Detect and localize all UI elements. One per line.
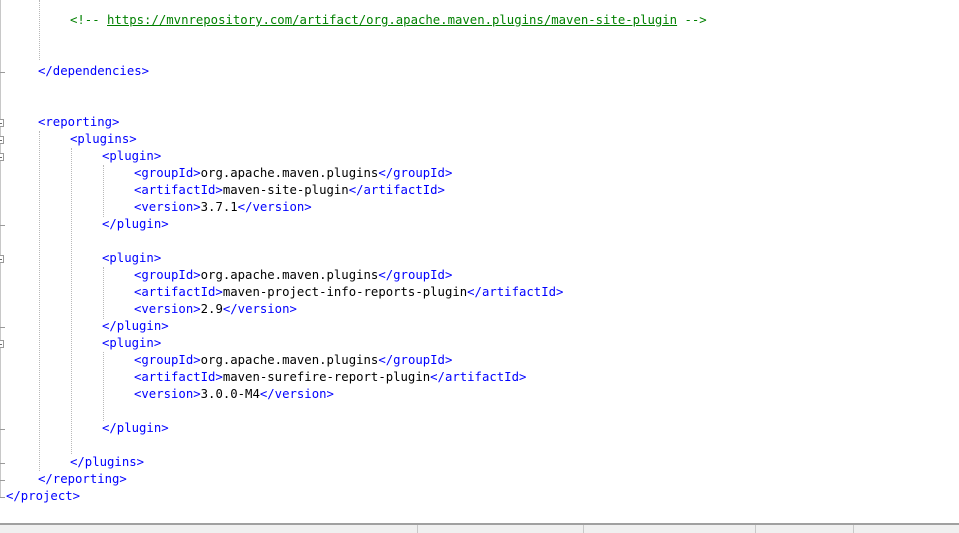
fold-end-marker <box>0 327 5 328</box>
xml-tag: </groupId> <box>378 353 453 367</box>
code-line[interactable]: </plugin> <box>102 420 169 437</box>
status-divider <box>583 525 584 533</box>
xml-tag: <plugin> <box>102 149 162 163</box>
fold-toggle-plugin[interactable] <box>0 340 4 348</box>
xml-tag: <artifactId> <box>134 370 223 384</box>
xml-tag: </dependencies> <box>38 64 150 78</box>
xml-comment: <!-- <box>70 13 108 27</box>
fold-toggle-plugins[interactable] <box>0 136 4 144</box>
xml-tag: </version> <box>259 387 334 401</box>
xml-text: 2.9 <box>200 302 223 316</box>
xml-comment: --> <box>677 13 707 27</box>
xml-tag: <artifactId> <box>134 285 223 299</box>
code-line[interactable]: </plugin> <box>102 318 169 335</box>
xml-text: org.apache.maven.plugins <box>200 268 379 282</box>
xml-tag: <groupId> <box>134 166 201 180</box>
xml-tag: <version> <box>134 387 201 401</box>
code-line[interactable]: <artifactId>maven-surefire-report-plugin… <box>134 369 526 386</box>
xml-tag: </artifactId> <box>348 183 445 197</box>
xml-tag: </plugin> <box>102 217 169 231</box>
xml-text: maven-site-plugin <box>222 183 349 197</box>
code-editor[interactable]: <!-- https://mvnrepository.com/artifact/… <box>0 0 959 523</box>
status-divider <box>755 525 756 533</box>
xml-tag: <artifactId> <box>134 183 223 197</box>
indent-guide <box>103 165 104 217</box>
indent-guide <box>103 352 104 421</box>
xml-tag: <plugin> <box>102 251 162 265</box>
xml-tag: <reporting> <box>38 115 120 129</box>
xml-tag: </version> <box>237 200 312 214</box>
code-line[interactable]: </dependencies> <box>38 63 149 80</box>
fold-end-marker <box>0 429 5 430</box>
xml-tag: <groupId> <box>134 353 201 367</box>
xml-tag: </project> <box>6 489 81 503</box>
xml-tag: <groupId> <box>134 268 201 282</box>
xml-tag: </artifactId> <box>430 370 527 384</box>
status-bar <box>0 523 959 533</box>
code-line[interactable]: <groupId>org.apache.maven.plugins</group… <box>134 352 452 369</box>
xml-tag: <plugins> <box>70 132 137 146</box>
fold-toggle-reporting[interactable] <box>0 119 4 127</box>
xml-text: maven-project-info-reports-plugin <box>222 285 468 299</box>
comment-link[interactable]: https://mvnrepository.com/artifact/org.a… <box>107 13 677 27</box>
xml-tag: <version> <box>134 200 201 214</box>
xml-tag: </artifactId> <box>467 285 564 299</box>
fold-toggle-plugin[interactable] <box>0 255 4 263</box>
xml-text: org.apache.maven.plugins <box>200 353 379 367</box>
xml-tag: </groupId> <box>378 268 453 282</box>
xml-tag: </version> <box>222 302 297 316</box>
fold-end-marker <box>0 72 5 73</box>
code-line[interactable]: <artifactId>maven-project-info-reports-p… <box>134 284 563 301</box>
status-divider <box>853 525 854 533</box>
code-line[interactable]: <artifactId>maven-site-plugin</artifactI… <box>134 182 445 199</box>
code-line[interactable]: <plugin> <box>102 148 161 165</box>
code-line[interactable]: <groupId>org.apache.maven.plugins</group… <box>134 267 452 284</box>
code-line[interactable]: <plugins> <box>70 131 137 148</box>
xml-tag: </reporting> <box>38 472 127 486</box>
status-divider <box>417 525 418 533</box>
indent-guide <box>71 148 72 454</box>
fold-line <box>0 0 1 497</box>
code-line[interactable]: <plugin> <box>102 250 161 267</box>
xml-text: 3.7.1 <box>200 200 238 214</box>
code-line[interactable]: <version>3.0.0-M4</version> <box>134 386 334 403</box>
code-line[interactable]: <plugin> <box>102 335 161 352</box>
code-line[interactable]: <version>3.7.1</version> <box>134 199 312 216</box>
xml-tag: </plugin> <box>102 421 169 435</box>
fold-end-marker <box>0 463 5 464</box>
code-line[interactable]: </plugin> <box>102 216 169 233</box>
indent-guide <box>39 131 40 471</box>
indent-guide <box>103 267 104 319</box>
fold-end-marker <box>0 480 5 481</box>
code-line[interactable]: <!-- https://mvnrepository.com/artifact/… <box>70 12 707 29</box>
code-line[interactable]: <groupId>org.apache.maven.plugins</group… <box>134 165 452 182</box>
fold-end-marker <box>0 497 5 498</box>
xml-tag: <plugin> <box>102 336 162 350</box>
code-line[interactable]: <reporting> <box>38 114 119 131</box>
indent-guide <box>39 0 40 60</box>
xml-tag: </groupId> <box>378 166 453 180</box>
xml-text: 3.0.0-M4 <box>200 387 260 401</box>
fold-end-marker <box>0 225 5 226</box>
code-line[interactable]: </reporting> <box>38 471 127 488</box>
code-line[interactable]: </plugins> <box>70 454 144 471</box>
fold-margin <box>0 0 6 523</box>
fold-toggle-plugin[interactable] <box>0 153 4 161</box>
xml-text: maven-surefire-report-plugin <box>222 370 431 384</box>
code-line[interactable]: <version>2.9</version> <box>134 301 297 318</box>
xml-text: org.apache.maven.plugins <box>200 166 379 180</box>
xml-tag: </plugin> <box>102 319 169 333</box>
xml-tag: </plugins> <box>70 455 145 469</box>
code-line[interactable]: </project> <box>6 488 80 505</box>
xml-tag: <version> <box>134 302 201 316</box>
